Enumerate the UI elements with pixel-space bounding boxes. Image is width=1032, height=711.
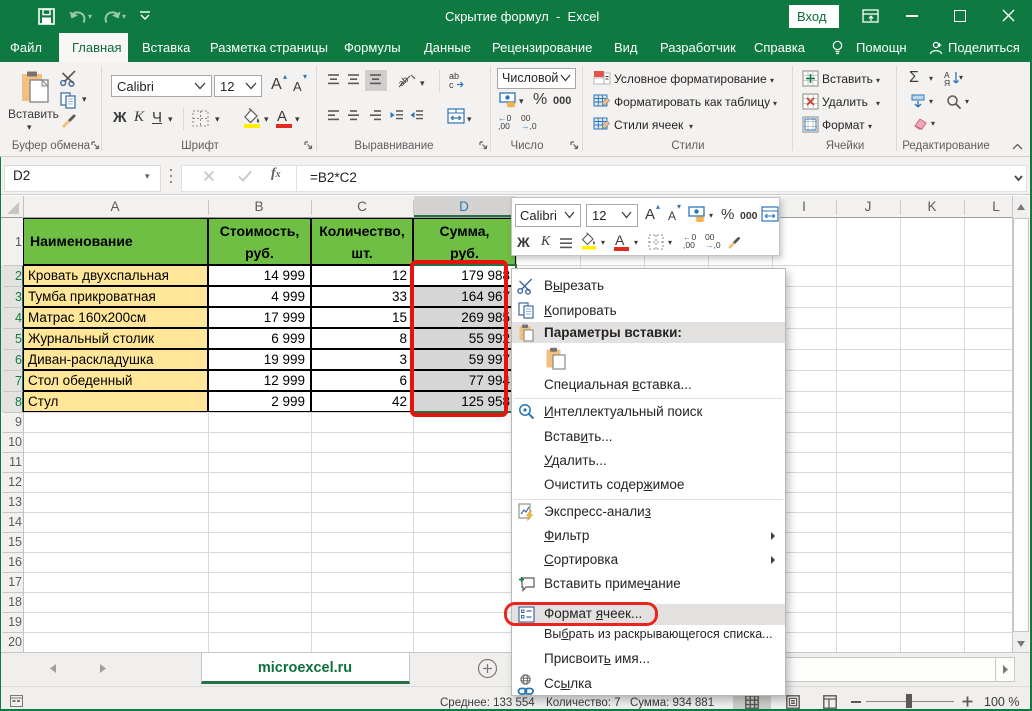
svg-text:c: c bbox=[449, 80, 454, 90]
svg-text:ab: ab bbox=[396, 74, 410, 88]
svg-text:▾: ▾ bbox=[959, 73, 963, 82]
svg-text:Я: Я bbox=[944, 78, 950, 88]
